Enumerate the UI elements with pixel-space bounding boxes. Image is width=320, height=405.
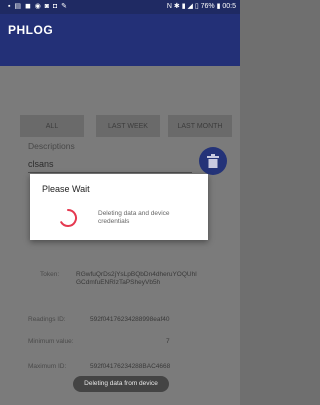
dialog-message: Deleting data and device credentials [98, 210, 170, 225]
trash-icon [207, 154, 219, 168]
description-underline [28, 172, 192, 173]
loading-spinner-icon [60, 209, 77, 227]
dialog-title: Please Wait [42, 184, 90, 194]
filter-all-button[interactable]: ALL [20, 115, 84, 137]
description-input[interactable]: clsans [28, 159, 54, 169]
screen: ▪ ▤ ◼ ◉ ◙ ◘ ✎ N ✱ ▮ ◢ ▯ 76% ▮ 00:5 PHLOG… [0, 0, 240, 405]
toast-message: Deleting data from device [73, 376, 169, 392]
progress-dialog: Please Wait Deleting data and device cre… [30, 174, 208, 240]
status-bar-notification-icons: ▪ ▤ ◼ ◉ ◙ ◘ ✎ [8, 3, 69, 10]
app-bar: PHLOG [0, 14, 240, 66]
readings-id-value: 592f04176234288998eaf40 [90, 316, 170, 323]
filter-last-week-button[interactable]: LAST WEEK [96, 115, 160, 137]
token-value: RGwfuQrDs2jYsLpBQbDn4dheruYOQUhlGCdmfuEN… [76, 271, 197, 286]
description-label: Descriptions [28, 141, 75, 151]
filter-last-month-button[interactable]: LAST MONTH [168, 115, 232, 137]
app-title: PHLOG [8, 23, 54, 37]
minimum-value-value: 7 [166, 338, 170, 345]
status-bar: ▪ ▤ ◼ ◉ ◙ ◘ ✎ N ✱ ▮ ◢ ▯ 76% ▮ 00:5 [0, 0, 240, 14]
filter-bar: ALL LAST WEEK LAST MONTH [20, 115, 232, 137]
minimum-value-label: Minimum value: [28, 338, 74, 345]
maximum-id-value: 592f04176234288BAC4668 [90, 363, 171, 370]
status-bar-system-info: N ✱ ▮ ◢ ▯ 76% ▮ 00:5 [166, 3, 236, 10]
readings-id-label: Readings ID: [28, 316, 66, 323]
delete-button[interactable] [199, 147, 227, 175]
maximum-id-label: Maximum ID: [28, 363, 67, 370]
